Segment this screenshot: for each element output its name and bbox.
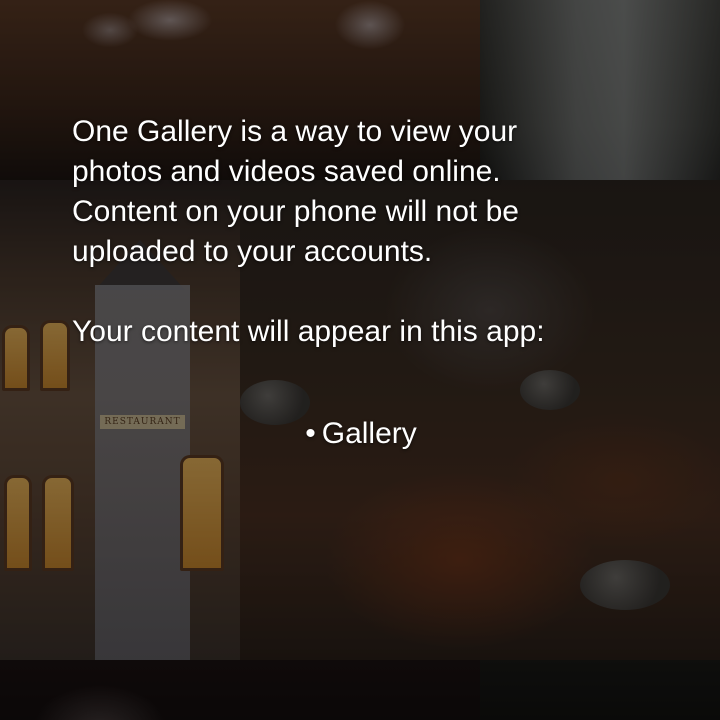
one-gallery-intro-screen: RESTAURANT One Gallery is a way to view … xyxy=(0,0,720,720)
intro-paragraph: One Gallery is a way to view your photos… xyxy=(72,112,672,272)
apps-heading: Your content will appear in this app: xyxy=(72,315,545,348)
intro-line: Content on your phone will not be xyxy=(72,195,519,228)
intro-content: One Gallery is a way to view your photos… xyxy=(72,112,672,454)
bullet-icon: • xyxy=(305,417,316,450)
app-list: • Gallery xyxy=(72,414,672,454)
app-name: Gallery xyxy=(321,417,417,450)
intro-line: uploaded to your accounts. xyxy=(72,235,433,268)
intro-line: photos and videos saved online. xyxy=(72,155,501,188)
list-item: • Gallery xyxy=(50,414,672,454)
intro-line: One Gallery is a way to view your xyxy=(72,115,518,148)
